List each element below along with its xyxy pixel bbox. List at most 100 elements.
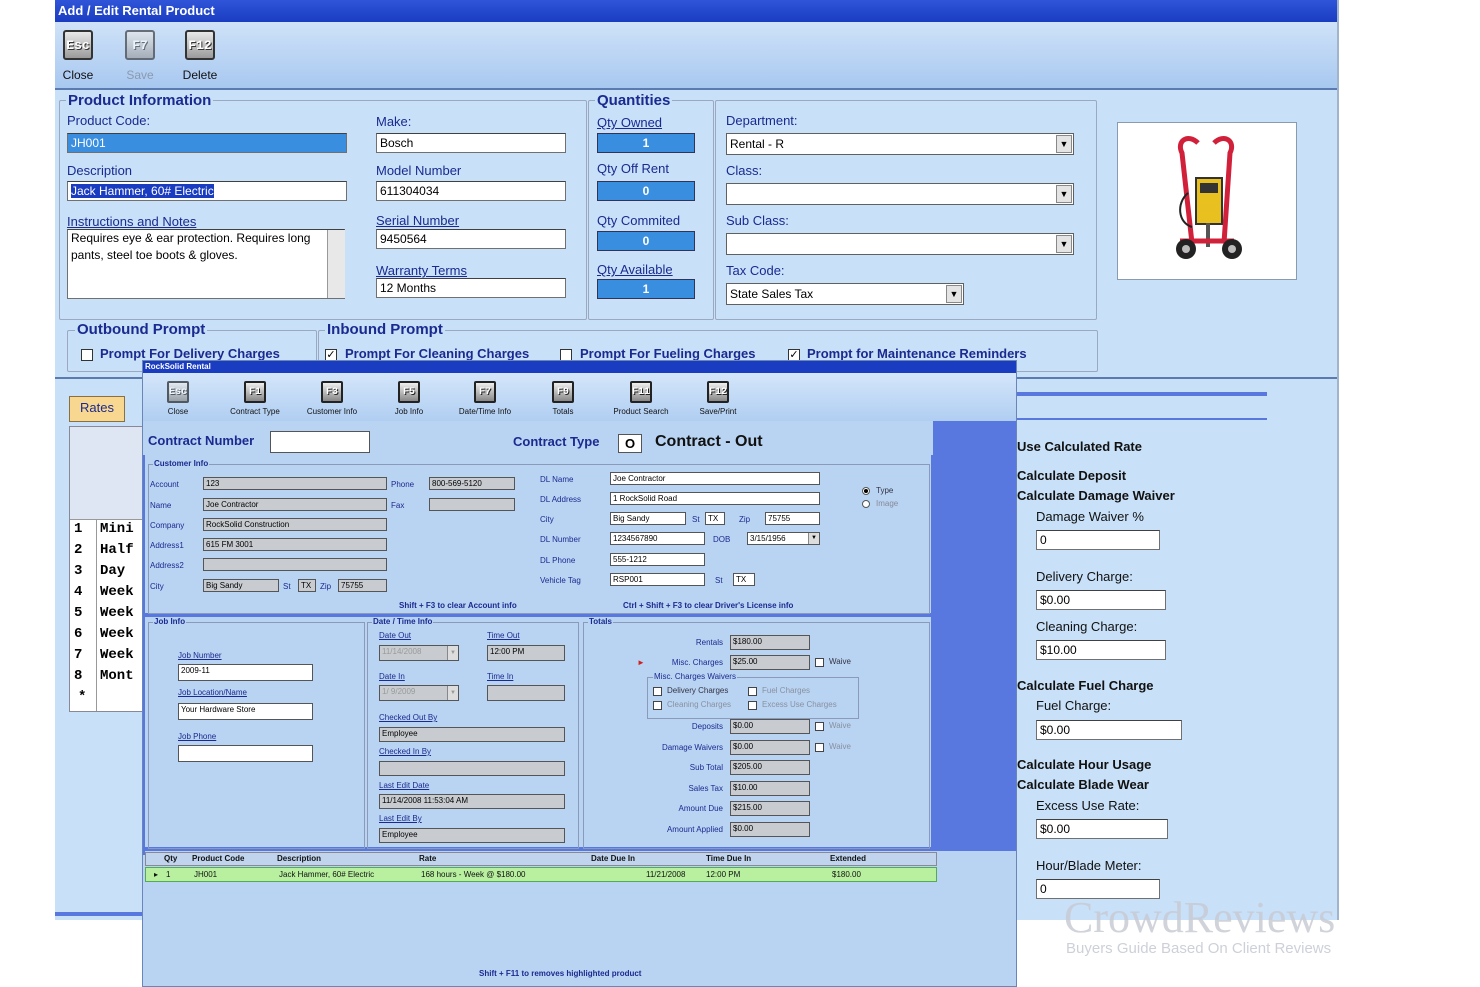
time-out-field[interactable]: 12:00 PM [487,645,565,661]
notes-textarea[interactable]: Requires eye & ear protection. Requires … [67,229,345,299]
close-button-label[interactable]: Close [48,68,108,82]
cleaning-charge-field[interactable]: $10.00 [1036,640,1166,660]
last-edit-by-field[interactable]: Employee [379,828,565,843]
date-in-field[interactable]: 1/ 9/2009 ▼ [379,685,459,701]
rate-row-7[interactable]: Week [100,647,134,663]
rate-row-1[interactable]: Mini [100,521,134,537]
col-date-due[interactable]: Date Due In [591,853,635,865]
rate-row-2[interactable]: Half [100,542,134,558]
deposits-waive-checkbox[interactable] [815,722,824,731]
job-info-button-label[interactable]: Job Info [374,407,444,416]
delete-button-label[interactable]: Delete [170,68,230,82]
deposits-field[interactable]: $0.00 [730,719,810,734]
type-radio[interactable] [862,487,870,495]
table-row[interactable]: ▸ 1 JH001 Jack Hammer, 60# Electric 168 … [145,867,937,882]
delivery-prompt-label[interactable]: Prompt For Delivery Charges [100,346,280,361]
waive-excess-checkbox[interactable] [748,701,757,710]
checked-in-field[interactable] [379,761,565,776]
totals-button-label[interactable]: Totals [528,407,598,416]
zip-field[interactable]: 75755 [338,579,387,592]
dl-name-field[interactable]: Joe Contractor [610,472,820,485]
name-field[interactable]: Joe Contractor [203,498,387,511]
product-image[interactable] [1117,122,1297,280]
phone-field[interactable]: 800-569-5120 [429,477,515,490]
rate-row-5[interactable]: Week [100,605,134,621]
vehicle-tag-field[interactable]: RSP001 [610,573,705,586]
job-number-field[interactable]: 2009-11 [178,664,313,681]
amount-due-field[interactable]: $215.00 [730,801,810,816]
col-time-due[interactable]: Time Due In [706,853,751,865]
time-in-field[interactable] [487,685,565,701]
save-print-button-label[interactable]: Save/Print [683,407,753,416]
contract-type-key-icon[interactable]: F1 [244,381,266,403]
dl-zip-field[interactable]: 75755 [765,512,820,525]
address1-field[interactable]: 615 FM 3001 [203,538,387,551]
col-rate[interactable]: Rate [419,853,436,865]
dl-city-field[interactable]: Big Sandy [610,512,686,525]
company-field[interactable]: RockSolid Construction [203,518,387,531]
account-field[interactable]: 123 [203,477,387,490]
cleaning-prompt-label[interactable]: Prompt For Cleaning Charges [345,346,529,361]
chevron-down-icon[interactable]: ▼ [447,646,458,660]
close-key-icon[interactable]: Esc [63,30,93,60]
warranty-field[interactable]: 12 Months [376,278,566,298]
model-field[interactable]: 611304034 [376,181,566,201]
address2-field[interactable] [203,558,387,571]
department-select[interactable]: Rental - R ▼ [726,133,1074,155]
make-field[interactable]: Bosch [376,133,566,153]
misc-waive-checkbox[interactable] [815,658,824,667]
checked-out-field[interactable]: Employee [379,727,565,742]
subtotal-field[interactable]: $205.00 [730,760,810,775]
col-description[interactable]: Description [277,853,321,865]
description-field[interactable]: Jack Hammer, 60# Electric [67,181,347,201]
save-key-icon[interactable]: F7 [125,30,155,60]
state-field[interactable]: TX [298,579,316,592]
rate-row-6[interactable]: Week [100,626,134,642]
damage-waivers-field[interactable]: $0.00 [730,740,810,755]
delete-key-icon[interactable]: F12 [185,30,215,60]
product-code-field[interactable]: JH001 [67,133,347,153]
damage-waiver-pct-field[interactable]: 0 [1036,530,1160,550]
customer-info-key-icon[interactable]: F3 [321,381,343,403]
dl-state-field[interactable]: TX [705,512,725,525]
col-qty[interactable]: Qty [164,853,177,865]
tab-rates[interactable]: Rates [69,396,125,422]
chevron-down-icon[interactable]: ▼ [808,533,819,544]
fueling-prompt-label[interactable]: Prompt For Fueling Charges [580,346,756,361]
date-out-field[interactable]: 11/14/2008 ▼ [379,645,459,661]
fax-field[interactable] [429,498,515,511]
save-print-key-icon[interactable]: F12 [707,381,729,403]
delivery-charge-field[interactable]: $0.00 [1036,590,1166,610]
job-phone-field[interactable] [178,745,313,762]
delivery-prompt-checkbox[interactable] [81,349,93,361]
chevron-down-icon[interactable]: ▼ [1056,185,1072,203]
contract-type-button-label[interactable]: Contract Type [220,407,290,416]
product-search-button-label[interactable]: Product Search [606,407,676,416]
date-time-button-label[interactable]: Date/Time Info [450,407,520,416]
waive-fuel-checkbox[interactable] [748,687,757,696]
rentals-field[interactable]: $180.00 [730,635,810,650]
row-selector-icon[interactable]: ▸ [154,868,158,881]
maintenance-prompt-label[interactable]: Prompt for Maintenance Reminders [807,346,1027,361]
dl-address-field[interactable]: 1 RockSolid Road [610,492,820,505]
city-field[interactable]: Big Sandy [203,579,279,592]
chevron-down-icon[interactable]: ▼ [946,285,962,303]
close-key-icon[interactable]: Esc [167,381,189,403]
sales-tax-field[interactable]: $10.00 [730,781,810,796]
save-button-label[interactable]: Save [110,68,170,82]
chevron-down-icon[interactable]: ▼ [1056,135,1072,153]
waive-delivery-checkbox[interactable] [653,687,662,696]
chevron-down-icon[interactable]: ▼ [447,686,458,700]
contract-type-code[interactable]: O [618,434,642,453]
damage-waive-checkbox[interactable] [815,743,824,752]
image-radio[interactable] [862,500,870,508]
waive-cleaning-checkbox[interactable] [653,701,662,710]
customer-info-button-label[interactable]: Customer Info [297,407,367,416]
rate-row-8[interactable]: Mont [100,668,134,684]
subclass-select[interactable]: ▼ [726,233,1074,255]
dl-number-field[interactable]: 1234567890 [610,532,705,545]
totals-key-icon[interactable]: F9 [552,381,574,403]
fuel-charge-field[interactable]: $0.00 [1036,720,1182,740]
date-time-key-icon[interactable]: F7 [474,381,496,403]
dob-field[interactable]: 3/15/1956 ▼ [747,532,820,545]
